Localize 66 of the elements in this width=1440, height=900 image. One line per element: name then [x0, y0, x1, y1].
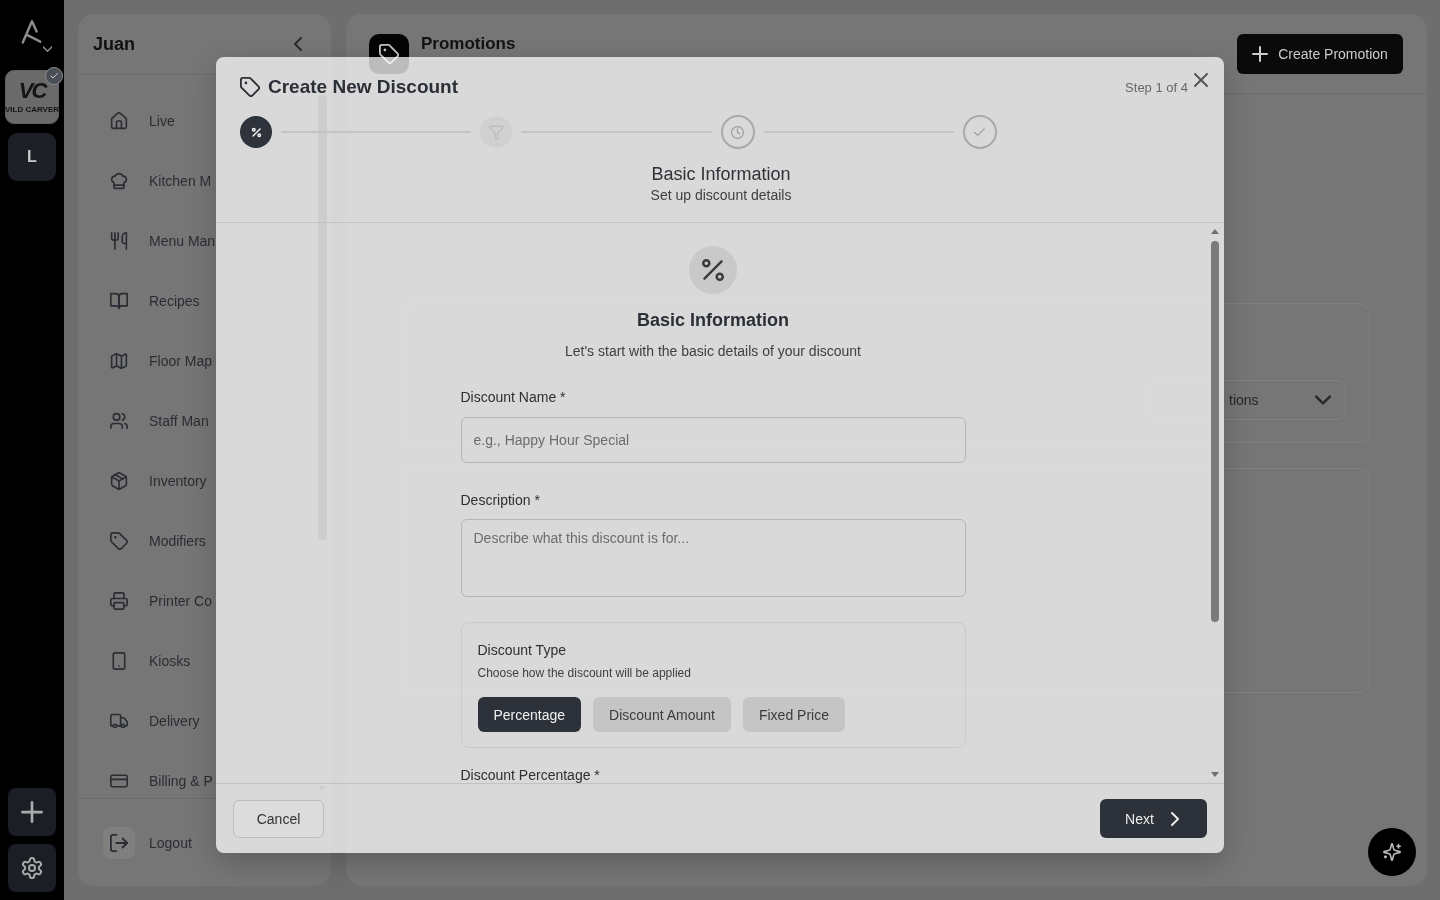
type-option-button[interactable]: Fixed Price — [742, 697, 845, 732]
logout-button[interactable]: Logout — [103, 826, 192, 859]
dialog-title: Create New Discount — [268, 76, 459, 98]
scroll-up-icon[interactable] — [1211, 229, 1219, 234]
sparkle-icon — [1383, 843, 1401, 861]
nav-item[interactable]: Billing & P — [110, 764, 213, 798]
step-subtitle: Set up discount details — [650, 186, 792, 204]
fork-knife-icon — [110, 232, 128, 250]
collapse-button[interactable] — [291, 37, 305, 51]
page-title: Promotions — [421, 33, 516, 54]
discount-type-title: Discount Type — [477, 641, 566, 660]
nav-item[interactable]: Menu Man — [110, 224, 216, 258]
nav-item[interactable]: Inventory — [110, 464, 207, 498]
people-icon — [110, 412, 128, 430]
map-icon — [110, 352, 128, 370]
chef-hat-icon — [110, 172, 128, 190]
next-button[interactable]: Next — [1100, 799, 1207, 838]
nav-item[interactable]: Kiosks — [110, 644, 191, 678]
nav-item[interactable]: Modifiers — [110, 524, 206, 558]
credit-card-icon — [110, 772, 128, 790]
add-button[interactable] — [8, 788, 56, 836]
type-option-button[interactable]: Discount Amount — [593, 697, 731, 732]
nav-item[interactable]: Staff Man — [110, 404, 209, 438]
tag-icon — [240, 77, 260, 97]
step-title: Basic Information — [651, 164, 791, 184]
text-field[interactable]: e.g., Happy Hour Special — [460, 417, 966, 463]
discount-type-hint: Choose how the discount will be applied — [477, 665, 691, 681]
tag-icon — [110, 532, 128, 550]
workspace-tile[interactable]: L — [8, 133, 56, 181]
text-area[interactable]: Describe what this discount is for... — [460, 519, 966, 597]
cancel-button[interactable]: Cancel — [233, 799, 324, 838]
check-badge-icon — [45, 67, 63, 85]
nav-item[interactable]: Live — [110, 104, 175, 138]
printer-icon — [110, 592, 128, 610]
step-counter: Step 1 of 4 — [1125, 79, 1188, 95]
nav-item[interactable]: Delivery — [110, 704, 200, 738]
book-icon — [110, 292, 128, 310]
field-label: Discount Percentage * — [460, 767, 600, 783]
logout-icon — [103, 826, 135, 859]
sidebar-title: Juan — [93, 33, 135, 55]
caret-icon[interactable] — [43, 46, 52, 52]
type-option-button[interactable]: Percentage — [477, 697, 582, 732]
nav-item[interactable]: Floor Map — [110, 344, 213, 378]
create-promotion-button[interactable]: Create Promotion — [1237, 33, 1403, 74]
nav-item[interactable]: Kitchen M — [110, 164, 212, 198]
close-button[interactable] — [1194, 73, 1208, 87]
close-icon — [1194, 73, 1208, 87]
scrollbar-thumb[interactable] — [1211, 241, 1219, 622]
scroll-down-icon[interactable] — [1211, 772, 1219, 777]
settings-button[interactable] — [8, 844, 56, 892]
box-icon — [110, 472, 128, 490]
logo-icon — [20, 18, 44, 45]
plus-icon — [21, 801, 43, 823]
house-icon — [110, 112, 128, 130]
plus-icon — [1252, 45, 1269, 62]
chevron-left-icon — [291, 37, 305, 51]
settings-icon — [21, 857, 43, 879]
field-label: Discount Name * — [460, 388, 566, 407]
tablet-icon — [110, 652, 128, 670]
truck-icon — [110, 712, 128, 730]
percent-icon — [689, 246, 737, 294]
nav-item[interactable]: Recipes — [110, 284, 200, 318]
field-label: Description * — [460, 491, 540, 510]
nav-item[interactable]: Printer Co — [110, 584, 213, 618]
section-subtitle: Let's start with the basic details of your discount — [564, 342, 861, 361]
section-title: Basic Information — [637, 309, 789, 332]
